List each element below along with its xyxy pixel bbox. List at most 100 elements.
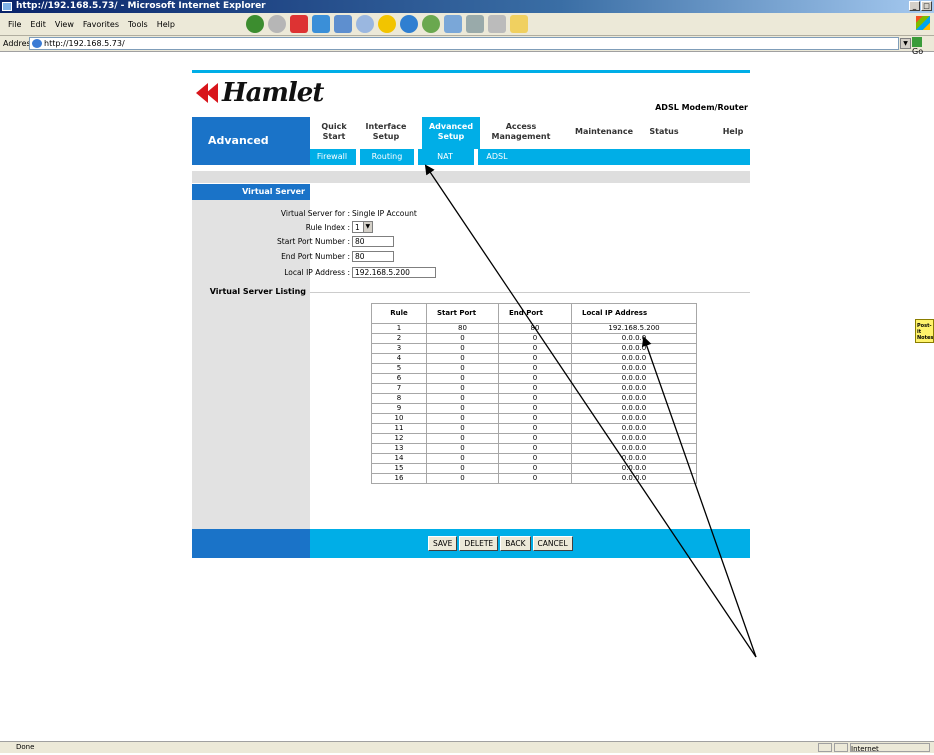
cancel-button[interactable]: CANCEL xyxy=(532,536,573,551)
delete-button[interactable]: DELETE xyxy=(459,536,499,551)
cell-start-port: 0 xyxy=(426,433,499,444)
cell-rule: 2 xyxy=(371,333,427,344)
cell-rule: 9 xyxy=(371,403,427,414)
cell-start-port: 0 xyxy=(426,353,499,364)
rule-index-select[interactable]: 1 ▼ xyxy=(352,221,373,233)
listing-title: Virtual Server Listing xyxy=(209,287,306,296)
save-button[interactable]: SAVE xyxy=(428,536,458,551)
table-row: 15 0 0 0.0.0.0 xyxy=(371,463,697,474)
cell-local-ip: 0.0.0.0 xyxy=(571,333,697,344)
postit-notes-icon[interactable]: Post-it Notes xyxy=(915,319,934,343)
subtab-routing[interactable]: Routing xyxy=(364,149,410,165)
subtab-nat[interactable]: NAT xyxy=(420,149,470,165)
tab-access-management[interactable]: Access Management xyxy=(486,117,556,149)
col-header-local-ip: Local IP Address xyxy=(571,303,697,324)
subtab-firewall[interactable]: Firewall xyxy=(310,149,354,165)
col-header-end-port: End Port xyxy=(498,303,572,324)
address-dropdown-icon[interactable]: ▼ xyxy=(900,38,911,49)
cell-rule: 11 xyxy=(371,423,427,434)
vs-for-label: Virtual Server for : xyxy=(280,208,350,218)
table-row: 12 0 0 0.0.0.0 xyxy=(371,433,697,444)
home-icon[interactable] xyxy=(334,15,352,33)
table-row: 14 0 0 0.0.0.0 xyxy=(371,453,697,464)
cell-start-port: 0 xyxy=(426,333,499,344)
tab-help[interactable]: Help xyxy=(718,117,748,149)
listing-divider xyxy=(310,292,750,293)
menu-edit[interactable]: Edit xyxy=(30,20,46,29)
menu-tools[interactable]: Tools xyxy=(128,20,148,29)
tab-line: Management xyxy=(491,132,551,141)
window-titlebar: http://192.168.5.73/ - Microsoft Interne… xyxy=(0,0,934,13)
refresh-icon[interactable] xyxy=(312,15,330,33)
cell-local-ip: 0.0.0.0 xyxy=(571,443,697,454)
stop-icon[interactable] xyxy=(290,15,308,33)
end-port-row: End Port Number : xyxy=(256,250,394,262)
minimize-icon[interactable]: _ xyxy=(909,1,920,11)
cell-rule: 5 xyxy=(371,363,427,374)
cell-local-ip: 0.0.0.0 xyxy=(571,343,697,354)
cell-end-port: 0 xyxy=(498,403,572,414)
cell-local-ip: 0.0.0.0 xyxy=(571,403,697,414)
virtual-server-table: Rule Start Port End Port Local IP Addres… xyxy=(371,303,697,484)
cell-end-port: 0 xyxy=(498,473,572,484)
start-port-input[interactable] xyxy=(352,235,394,247)
menu-view[interactable]: View xyxy=(55,20,74,29)
subtab-divider xyxy=(414,149,418,165)
end-port-label: End Port Number : xyxy=(281,251,350,261)
cell-rule: 6 xyxy=(371,373,427,384)
folder-icon[interactable] xyxy=(510,15,528,33)
tab-status[interactable]: Status xyxy=(644,117,684,149)
cell-local-ip: 0.0.0.0 xyxy=(571,373,697,384)
rule-index-value: 1 xyxy=(355,222,360,232)
mail-icon[interactable] xyxy=(444,15,462,33)
back-button[interactable]: BACK xyxy=(500,536,531,551)
windows-logo-icon xyxy=(916,16,930,30)
edit-icon[interactable] xyxy=(488,15,506,33)
forward-icon[interactable] xyxy=(268,15,286,33)
menu-file[interactable]: File xyxy=(8,20,21,29)
tab-line: Advanced xyxy=(428,122,474,131)
section-title: Virtual Server xyxy=(192,184,310,200)
menu-help[interactable]: Help xyxy=(157,20,175,29)
table-row: 13 0 0 0.0.0.0 xyxy=(371,443,697,454)
cell-end-port: 0 xyxy=(498,443,572,454)
tab-line: Access xyxy=(505,122,537,131)
col-header-rule: Rule xyxy=(371,303,427,324)
cell-local-ip: 0.0.0.0 xyxy=(571,413,697,424)
media-icon[interactable] xyxy=(400,15,418,33)
address-input[interactable]: http://192.168.5.73/ xyxy=(29,37,899,50)
footer-buttons: SAVE DELETE BACK CANCEL xyxy=(428,536,573,551)
tab-line: Setup xyxy=(437,132,465,141)
tab-line: Start xyxy=(322,132,346,141)
current-section: Advanced xyxy=(192,117,310,165)
cell-local-ip: 0.0.0.0 xyxy=(571,423,697,434)
print-icon[interactable] xyxy=(466,15,484,33)
tab-advanced-setup[interactable]: Advanced Setup xyxy=(422,117,480,149)
tab-maintenance[interactable]: Maintenance xyxy=(568,117,640,149)
product-name: ADSL Modem/Router xyxy=(655,103,748,112)
menu-favorites[interactable]: Favorites xyxy=(83,20,119,29)
cell-local-ip: 0.0.0.0 xyxy=(571,393,697,404)
end-port-input[interactable] xyxy=(352,250,394,262)
favorites-icon[interactable] xyxy=(378,15,396,33)
history-icon[interactable] xyxy=(422,15,440,33)
tab-line: Quick xyxy=(321,122,347,131)
local-ip-input[interactable] xyxy=(352,266,436,278)
tab-quick-start[interactable]: Quick Start xyxy=(314,117,354,149)
top-accent-line xyxy=(192,70,750,73)
table-row: 6 0 0 0.0.0.0 xyxy=(371,373,697,384)
tab-interface-setup[interactable]: Interface Setup xyxy=(358,117,414,149)
search-icon[interactable] xyxy=(356,15,374,33)
back-icon[interactable] xyxy=(246,15,264,33)
cell-start-port: 0 xyxy=(426,463,499,474)
go-button[interactable]: Go xyxy=(912,37,934,56)
tab-line: Interface xyxy=(365,122,407,131)
restore-icon[interactable]: □ xyxy=(921,1,932,11)
cell-end-port: 0 xyxy=(498,333,572,344)
subtab-adsl[interactable]: ADSL xyxy=(480,149,514,165)
table-row: 9 0 0 0.0.0.0 xyxy=(371,403,697,414)
cell-start-port: 0 xyxy=(426,393,499,404)
tab-line: Status xyxy=(649,127,679,136)
go-label: Go xyxy=(912,47,924,56)
cell-start-port: 0 xyxy=(426,473,499,484)
